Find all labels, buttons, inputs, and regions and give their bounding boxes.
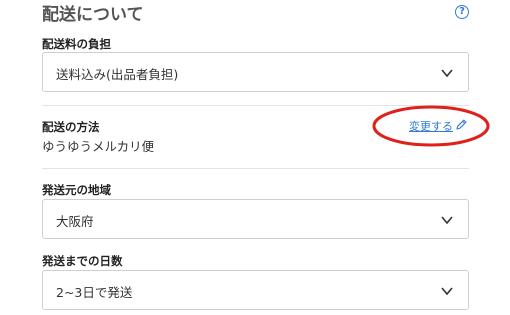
page-title: 配送について bbox=[42, 5, 144, 25]
divider bbox=[42, 168, 469, 169]
shipping-fee-label: 配送料の負担 bbox=[42, 37, 111, 51]
origin-region-select[interactable]: 大阪府 bbox=[42, 199, 469, 239]
help-icon[interactable]: ? bbox=[455, 5, 469, 19]
shipping-method-label: 配送の方法 bbox=[42, 120, 100, 134]
chevron-down-icon bbox=[441, 216, 453, 225]
origin-region-value: 大阪府 bbox=[56, 214, 94, 229]
shipping-fee-select[interactable]: 送料込み(出品者負担) bbox=[42, 52, 469, 92]
days-to-ship-select[interactable]: 2~3日で発送 bbox=[42, 270, 469, 310]
days-to-ship-label: 発送までの日数 bbox=[42, 254, 123, 268]
annotation-circle bbox=[372, 105, 490, 147]
shipping-method-value: ゆうゆうメルカリ便 bbox=[42, 139, 155, 154]
shipping-fee-value: 送料込み(出品者負担) bbox=[56, 67, 179, 82]
days-to-ship-value: 2~3日で発送 bbox=[56, 285, 133, 300]
chevron-down-icon bbox=[441, 287, 453, 296]
chevron-down-icon bbox=[441, 69, 453, 78]
origin-region-label: 発送元の地域 bbox=[42, 183, 111, 197]
